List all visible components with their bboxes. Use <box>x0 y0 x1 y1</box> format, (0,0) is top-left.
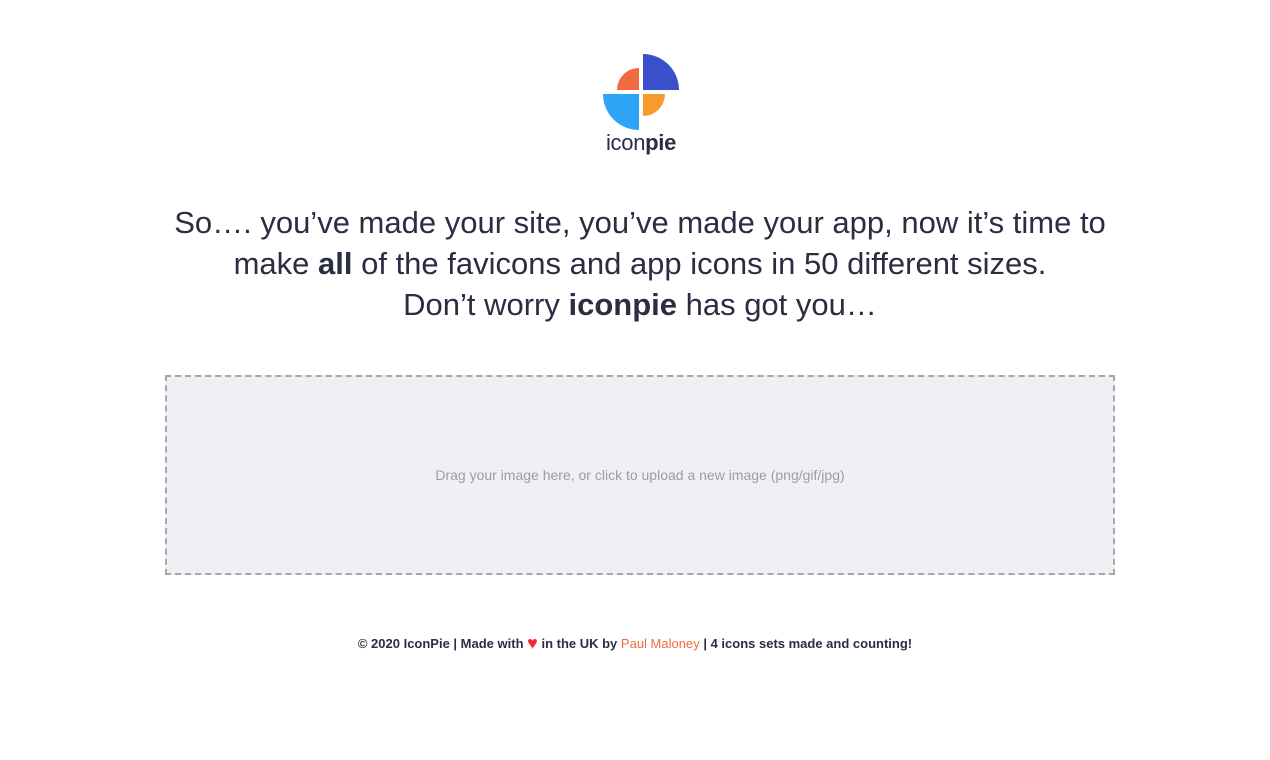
page: iconpie So…. you’ve made your site, you’… <box>0 0 1270 760</box>
headline-line-2-suffix: of the favicons and app icons in 50 diff… <box>352 246 1047 281</box>
author-link[interactable]: Paul Maloney <box>621 636 700 651</box>
headline-line-3-bold: iconpie <box>568 287 677 322</box>
headline-line-3-prefix: Don’t worry <box>403 287 569 322</box>
headline-line-2-prefix: make <box>233 246 319 281</box>
headline: So…. you’ve made your site, you’ve made … <box>135 202 1145 325</box>
logo-word-bold: pie <box>645 130 677 155</box>
footer: © 2020 IconPie | Made with ♥ in the UK b… <box>0 633 1270 654</box>
iconpie-logo[interactable]: iconpie <box>602 53 680 163</box>
dropzone-instructions: Drag your image here, or click to upload… <box>435 467 845 483</box>
image-upload-dropzone[interactable]: Drag your image here, or click to upload… <box>165 375 1115 575</box>
footer-counter: | 4 icons sets made and counting! <box>703 636 913 651</box>
headline-line-3-suffix: has got you… <box>676 287 877 322</box>
footer-location: in the UK by <box>541 636 618 651</box>
headline-line-2-bold: all <box>318 246 353 281</box>
pie-logo-icon <box>603 54 679 130</box>
logo-wordmark: iconpie <box>602 130 680 156</box>
logo-word-light: icon <box>605 130 646 155</box>
footer-copyright: © 2020 IconPie | Made with <box>357 636 524 651</box>
heart-icon: ♥ <box>527 633 538 653</box>
headline-line-1: So…. you’ve made your site, you’ve made … <box>174 205 1106 240</box>
